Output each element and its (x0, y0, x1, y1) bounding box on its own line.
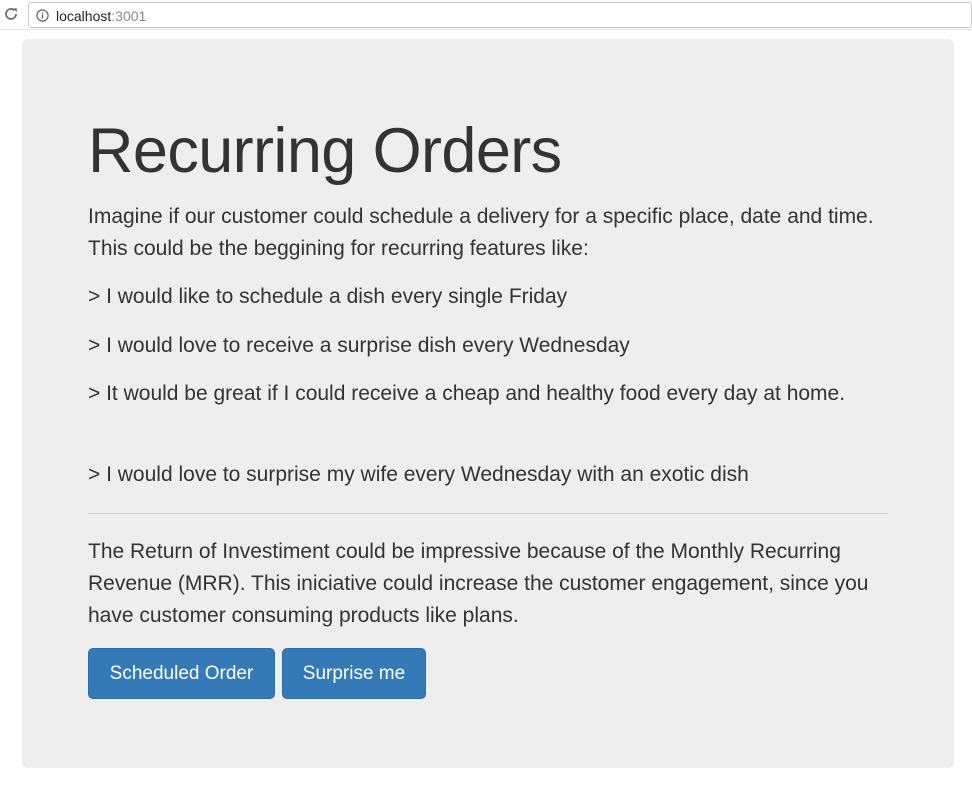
feature-quote-3: > It would be great if I could receive a… (88, 382, 846, 405)
browser-toolbar: localhost:3001 (0, 0, 972, 30)
url-port: :3001 (111, 8, 147, 24)
intro-paragraph: Imagine if our customer could schedule a… (88, 205, 874, 260)
jumbotron: Recurring Orders Imagine if our customer… (22, 39, 954, 768)
scheduled-order-button[interactable]: Scheduled Order (88, 648, 275, 699)
roi-paragraph: The Return of Investiment could be impre… (88, 540, 869, 627)
page-title: Recurring Orders (88, 116, 562, 186)
feature-quote-1: > I would like to schedule a dish every … (88, 285, 568, 308)
info-icon[interactable] (36, 9, 49, 22)
surprise-me-button[interactable]: Surprise me (282, 648, 426, 699)
reload-icon[interactable] (2, 5, 20, 23)
divider (88, 513, 888, 514)
url-host: localhost (56, 8, 112, 24)
address-bar[interactable]: localhost:3001 (28, 2, 972, 28)
feature-quote-4: > I would love to surprise my wife every… (88, 463, 749, 486)
url-text: localhost:3001 (56, 8, 146, 24)
feature-quote-2: > I would love to receive a surprise dis… (88, 334, 630, 357)
